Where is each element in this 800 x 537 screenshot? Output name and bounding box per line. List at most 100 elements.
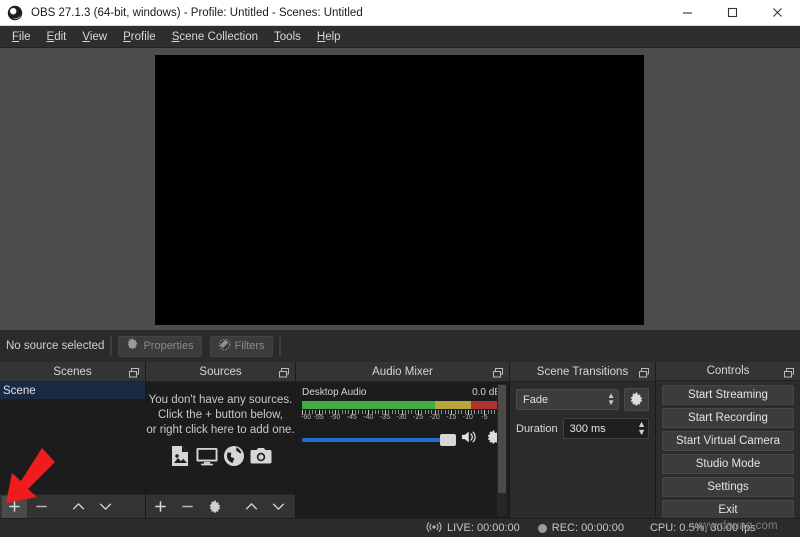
db-tick (477, 410, 479, 414)
scene-transitions-body: Fade ▲ ▼ Duration 300 ms ▲ ▼ (510, 382, 655, 518)
title-bar: OBS 27.1.3 (64-bit, windows) - Profile: … (0, 0, 800, 26)
undock-icon[interactable] (278, 366, 290, 378)
audio-volume-row (302, 429, 501, 450)
minimize-button[interactable] (665, 0, 710, 26)
volume-slider[interactable] (302, 433, 456, 446)
exit-button[interactable]: Exit (662, 499, 794, 518)
rec-status: REC: 00:00:00 (537, 522, 624, 534)
record-dot-icon (537, 523, 547, 533)
studio-mode-button[interactable]: Studio Mode (662, 453, 794, 474)
menu-file[interactable]: File (4, 28, 39, 46)
audio-channel-header: Desktop Audio 0.0 dB (302, 387, 501, 398)
undock-icon[interactable] (492, 366, 504, 378)
transition-select[interactable]: Fade ▲ ▼ (516, 389, 619, 410)
preview-canvas[interactable] (155, 55, 644, 325)
red-arrow-icon (2, 446, 58, 508)
db-tick (341, 410, 343, 414)
sources-toolbar (146, 494, 295, 518)
filters-icon (218, 338, 231, 354)
scene-transitions-dock: Scene Transitions Fade ▲ ▼ Duration 300 … (510, 362, 656, 518)
scene-transitions-dock-title: Scene Transitions (536, 365, 629, 378)
start-recording-button[interactable]: Start Recording (662, 407, 794, 428)
db-tick (424, 410, 426, 414)
db-tick (391, 410, 393, 414)
controls-dock-header: Controls (656, 362, 800, 381)
broadcast-icon (426, 521, 442, 536)
volume-slider-handle[interactable] (440, 433, 456, 446)
status-bar: LIVE: 00:00:00 REC: 00:00:00 CPU: 0.5%, … (0, 518, 800, 537)
db-tick-label: -50 (330, 414, 341, 421)
db-tick-label: -10 (462, 414, 473, 421)
duration-input[interactable]: 300 ms ▲ ▼ (562, 418, 649, 439)
audio-mixer-dock: Audio Mixer Desktop Audio 0.0 dB -60 -55… (296, 362, 510, 518)
sources-dock-title: Sources (199, 365, 242, 378)
gear-icon (126, 338, 139, 354)
scenes-move-down-button[interactable] (93, 496, 118, 518)
settings-button[interactable]: Settings (662, 476, 794, 497)
audio-mixer-scrollbar-thumb[interactable] (498, 385, 506, 493)
audio-mixer-body: Desktop Audio 0.0 dB -60 -55 -50 -45 -40 -35-… (296, 382, 509, 518)
sources-empty-icons (146, 444, 295, 473)
sources-dock-header: Sources (146, 362, 295, 382)
db-tick (491, 410, 493, 414)
db-tick (457, 410, 459, 414)
toolbar-separator-left (110, 336, 113, 356)
db-tick (325, 410, 327, 414)
sources-move-down-button[interactable] (266, 496, 291, 518)
duration-label: Duration (516, 422, 558, 435)
db-tick (441, 410, 443, 414)
db-tick-label: -35 (379, 414, 390, 421)
image-icon (168, 444, 192, 473)
scenes-move-up-button[interactable] (66, 496, 91, 518)
scene-transitions-dock-header: Scene Transitions (510, 362, 655, 382)
start-virtual-camera-button[interactable]: Start Virtual Camera (662, 430, 794, 451)
db-tick-label: -40 (363, 414, 374, 421)
transition-select-value: Fade (523, 393, 549, 406)
sources-properties-button[interactable] (202, 496, 227, 518)
speaker-icon[interactable] (461, 429, 479, 450)
menu-help[interactable]: Help (309, 28, 349, 46)
sources-move-up-button[interactable] (239, 496, 264, 518)
menu-profile[interactable]: Profile (115, 28, 164, 46)
menu-tools[interactable]: Tools (266, 28, 309, 46)
controls-dock-title: Controls (706, 364, 750, 377)
db-tick (358, 410, 360, 414)
sources-remove-button[interactable] (175, 496, 200, 518)
sources-add-button[interactable] (148, 496, 173, 518)
properties-button[interactable]: Properties (118, 335, 202, 357)
db-tick-label: -45 (346, 414, 357, 421)
undock-icon[interactable] (783, 366, 795, 378)
preview-area[interactable] (0, 48, 800, 330)
audio-level-meter (302, 401, 501, 409)
db-tick-label: -15 (446, 414, 457, 421)
watermark: www.deuaq.com (692, 520, 778, 532)
scene-list-item[interactable]: Scene (0, 382, 145, 399)
sources-list[interactable]: You don't have any sources. Click the + … (146, 382, 295, 494)
chevron-updown-icon[interactable]: ▲ ▼ (607, 392, 615, 407)
close-button[interactable] (755, 0, 800, 26)
transition-settings-button[interactable] (624, 388, 649, 411)
meter-yellow-zone (434, 401, 472, 409)
audio-mixer-scrollbar[interactable] (497, 384, 507, 516)
undock-icon[interactable] (128, 366, 140, 378)
duration-value: 300 ms (569, 422, 606, 435)
menu-scene-collection[interactable]: Scene Collection (164, 28, 266, 46)
chevron-down-icon[interactable]: ▼ (637, 428, 646, 437)
sources-dock: Sources You don't have any sources. Clic… (146, 362, 296, 518)
audio-mixer-dock-header: Audio Mixer (296, 362, 509, 382)
menu-view[interactable]: View (74, 28, 115, 46)
undock-icon[interactable] (638, 366, 650, 378)
scenes-dock-header: Scenes (0, 362, 145, 382)
filters-button[interactable]: Filters (209, 335, 273, 357)
db-tick-label: -25 (413, 414, 424, 421)
live-status: LIVE: 00:00:00 (426, 521, 520, 536)
start-streaming-button[interactable]: Start Streaming (662, 384, 794, 405)
menu-edit[interactable]: Edit (39, 28, 75, 46)
camera-icon (249, 444, 273, 473)
audio-channel-name: Desktop Audio (302, 387, 367, 398)
maximize-button[interactable] (710, 0, 755, 26)
menu-file-rest: ile (19, 30, 31, 43)
duration-stepper[interactable]: ▲ ▼ (637, 420, 646, 437)
transition-duration-row: Duration 300 ms ▲ ▼ (516, 418, 649, 439)
sources-empty-line-3: or right click here to add one. (146, 424, 295, 436)
